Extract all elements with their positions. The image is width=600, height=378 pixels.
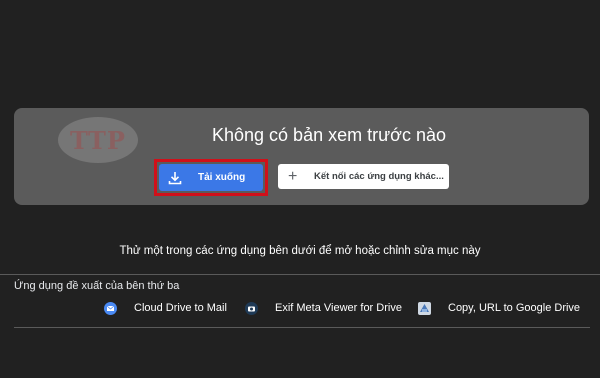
app-cloud-drive-to-mail[interactable]: Cloud Drive to Mail — [104, 298, 227, 318]
try-apps-text: Thử một trong các ứng dụng bên dưới để m… — [119, 245, 481, 257]
drive-copy-icon — [418, 301, 431, 315]
connect-apps-label: Kết nối các ứng dụng khác... — [314, 171, 444, 182]
camera-icon — [245, 301, 258, 315]
app-name: Cloud Drive to Mail — [134, 302, 227, 314]
drive-preview-page: TTP Không có bản xem trước nào Tải xuống… — [0, 0, 600, 378]
download-icon — [168, 171, 192, 185]
download-button[interactable]: Tải xuống — [159, 164, 263, 191]
divider — [0, 274, 600, 275]
app-exif-meta-viewer[interactable]: Exif Meta Viewer for Drive — [245, 298, 402, 318]
download-button-label: Tải xuống — [198, 172, 246, 183]
app-name: Copy, URL to Google Drive — [448, 302, 581, 314]
no-preview-card: TTP Không có bản xem trước nào Tải xuống… — [14, 108, 589, 205]
no-preview-title: Không có bản xem trước nào — [212, 125, 446, 145]
suggested-apps-list: Cloud Drive to Mail Exif Meta Viewer for… — [0, 298, 600, 318]
mail-cloud-icon — [104, 301, 117, 315]
connect-apps-button[interactable]: + Kết nối các ứng dụng khác... — [278, 164, 449, 189]
app-copy-url-to-drive[interactable]: Copy, URL to Google Drive — [418, 298, 580, 318]
plus-icon: + — [288, 167, 298, 185]
app-name: Exif Meta Viewer for Drive — [275, 302, 402, 314]
third-party-apps-heading: Ứng dụng đề xuất của bên thứ ba — [14, 280, 180, 292]
divider — [14, 327, 590, 328]
